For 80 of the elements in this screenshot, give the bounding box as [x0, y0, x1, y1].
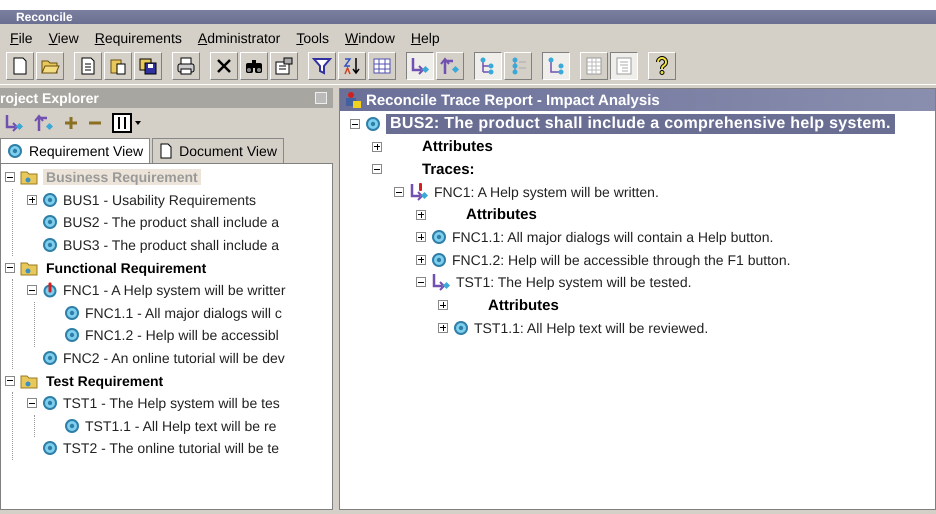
toolbar-button[interactable]	[406, 52, 434, 80]
app-icon	[344, 91, 362, 109]
tree-item[interactable]: TST2 - The online tutorial will be te	[63, 440, 280, 456]
section-heading[interactable]: Attributes	[466, 206, 537, 224]
panel-title: Reconcile Trace Report - Impact Analysis	[366, 92, 660, 108]
tree-item[interactable]: TST1: The Help system will be tested.	[456, 274, 692, 290]
tree-item[interactable]: TST1.1 - All Help text will be re	[85, 418, 276, 434]
expander-toggle[interactable]	[5, 376, 15, 386]
trace-down-icon	[431, 273, 451, 292]
section-heading[interactable]: Attributes	[422, 138, 493, 156]
tree-item[interactable]: BUS3 - The product shall include a	[63, 237, 280, 254]
tree-item[interactable]: BUS1 - Usability Requirements	[63, 192, 256, 208]
expander-toggle[interactable]	[438, 322, 448, 333]
tree-item[interactable]: FNC1.1 - All major dialogs will c	[85, 304, 282, 321]
view-menu-button[interactable]	[112, 113, 142, 133]
expander-toggle[interactable]	[350, 119, 360, 130]
tree-item[interactable]: Functional Requirement	[43, 260, 210, 276]
hierarchy-icon	[546, 56, 566, 76]
disk-icon	[138, 56, 158, 76]
expander-toggle[interactable]	[27, 194, 37, 205]
menu-item[interactable]: View	[48, 30, 79, 46]
tree-item[interactable]: FNC1 - A Help system will be writter	[63, 282, 286, 298]
trace-up-button[interactable]	[34, 114, 54, 132]
expander-toggle[interactable]	[5, 262, 15, 273]
panel-title: roject Explorer	[0, 90, 99, 106]
expand-button[interactable]	[64, 116, 78, 130]
menu-item[interactable]: Help	[410, 30, 440, 46]
columns-icon	[372, 56, 392, 76]
tree-item[interactable]: TST1 - The Help system will be tes	[63, 395, 280, 412]
expander-toggle[interactable]	[27, 398, 37, 408]
toolbar-button[interactable]	[474, 52, 502, 80]
tab[interactable]: Requirement View	[0, 138, 150, 164]
expander-toggle[interactable]	[394, 187, 404, 198]
expander-toggle[interactable]	[372, 164, 382, 174]
trace-down-alert-icon	[409, 183, 429, 202]
menu-item[interactable]: Requirements	[94, 30, 182, 46]
tree-item[interactable]: FNC1.2 - Help will be accessibl	[85, 327, 279, 344]
tree-item[interactable]: FNC1.1: All major dialogs will contain a Help button.	[452, 229, 774, 246]
expander-toggle[interactable]	[416, 210, 426, 220]
tree-item[interactable]: FNC1: A Help system will be written.	[434, 184, 659, 200]
tree-item[interactable]: BUS2 - The product shall include a	[63, 214, 280, 230]
grid-icon	[584, 56, 604, 76]
folder-icon	[20, 169, 38, 186]
tab[interactable]: Document View	[152, 138, 284, 163]
tree-item[interactable]: TST1.1: All Help text will be reviewed.	[474, 320, 708, 336]
folder-icon	[20, 372, 38, 389]
tree-item[interactable]: FNC1.2: Help will be accessible through the F1 button.	[452, 252, 791, 268]
page-icon	[159, 143, 174, 159]
plus-icon	[64, 116, 78, 130]
caret-icon	[134, 119, 142, 127]
trace-up-icon	[34, 114, 54, 132]
toolbar-button[interactable]	[542, 52, 570, 80]
expander-toggle[interactable]	[416, 254, 426, 265]
columns-icon	[112, 113, 132, 133]
menu-item[interactable]: Tools	[296, 30, 330, 46]
menu-item[interactable]: File	[10, 30, 33, 46]
tree-item[interactable]: Test Requirement	[43, 372, 166, 389]
report-icon	[614, 56, 634, 76]
trace-down-button[interactable]	[4, 114, 24, 132]
trace-down-icon	[410, 57, 430, 75]
section-heading[interactable]: Traces:	[422, 160, 475, 178]
sort-icon	[342, 56, 362, 76]
expander-toggle[interactable]	[27, 285, 37, 296]
menu-item[interactable]: Window	[345, 30, 395, 46]
expander-toggle[interactable]	[416, 232, 426, 242]
folder-icon	[20, 260, 38, 276]
tree-item[interactable]: FNC2 - An online tutorial will be dev	[63, 350, 285, 366]
trace-up-icon	[440, 57, 460, 75]
expander-toggle[interactable]	[416, 277, 426, 288]
filter-icon	[312, 56, 332, 76]
printer-icon	[176, 56, 196, 76]
section-heading[interactable]: Attributes	[488, 296, 559, 314]
menu-item[interactable]: Administrator	[198, 30, 280, 46]
properties-icon	[274, 56, 294, 76]
window-title: Reconcile	[16, 10, 73, 24]
trace-down-icon	[4, 114, 24, 132]
expander-toggle[interactable]	[372, 142, 382, 152]
expander-toggle[interactable]	[438, 300, 448, 310]
expander-toggle[interactable]	[5, 172, 15, 182]
tree-item[interactable]: BUS2: The product shall include a comprehensive help system.	[386, 114, 895, 134]
